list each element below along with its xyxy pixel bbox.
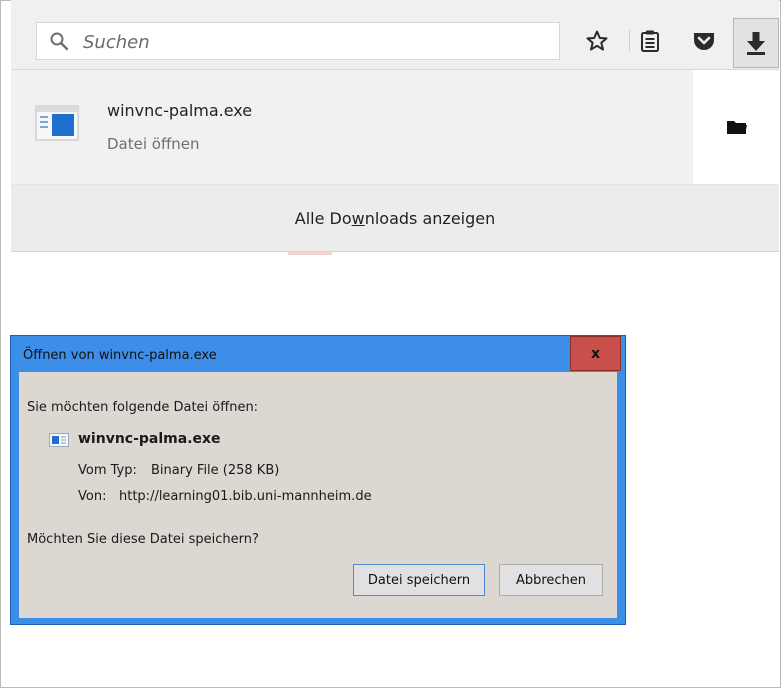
star-icon [586,30,608,51]
download-status: Datei öffnen [107,135,200,153]
browser-toolbar [11,0,779,70]
cancel-button[interactable]: Abbrechen [499,564,603,596]
type-value: Binary File (258 KB) [151,463,280,478]
pocket-icon [694,33,714,50]
dialog-body: Sie möchten folgende Datei öffnen: winvn… [19,372,617,618]
download-arrow-icon [747,32,765,55]
search-icon [50,32,69,51]
folder-icon [726,121,747,134]
panel-indicator [288,252,332,255]
type-label: Vom Typ: [78,463,137,478]
show-all-label-end: nloads anzeigen [364,208,496,228]
dialog-title: Öffnen von winvnc-palma.exe [23,348,217,363]
dialog-question: Möchten Sie diese Datei speichern? [27,532,259,547]
downloads-panel: winvnc-palma.exe Datei öffnen Alle Do w nl… [11,70,779,252]
bookmark-button[interactable] [580,22,614,60]
dialog-filename: winvnc-palma.exe [78,431,221,447]
show-all-downloads-button[interactable]: Alle Do w nloads anzeigen [11,185,779,252]
clipboard-list-icon [641,30,659,52]
download-item[interactable]: winvnc-palma.exe Datei öffnen [11,70,693,184]
open-file-dialog: Öffnen von winvnc-palma.exe x Sie möchte… [10,335,626,625]
source-url: http://learning01.bib.uni-mannheim.de [119,489,372,504]
bookmarks-menu-button[interactable] [633,22,667,60]
show-all-accesskey: w [351,208,365,228]
toolbar-separator [629,30,630,52]
search-input[interactable] [81,28,545,56]
source-label: Von: [78,489,107,504]
open-folder-button[interactable] [694,70,779,184]
dialog-close-button[interactable]: x [570,336,621,371]
show-all-label-start: Alle Do [294,208,352,228]
dialog-prompt: Sie möchten folgende Datei öffnen: [27,400,259,415]
downloads-button[interactable] [733,18,779,68]
search-box[interactable] [36,22,560,60]
download-filename: winvnc-palma.exe [107,101,253,120]
pocket-button[interactable] [687,22,721,60]
file-type-icon [49,433,69,447]
save-file-button[interactable]: Datei speichern [353,564,485,596]
executable-file-icon [35,105,79,141]
